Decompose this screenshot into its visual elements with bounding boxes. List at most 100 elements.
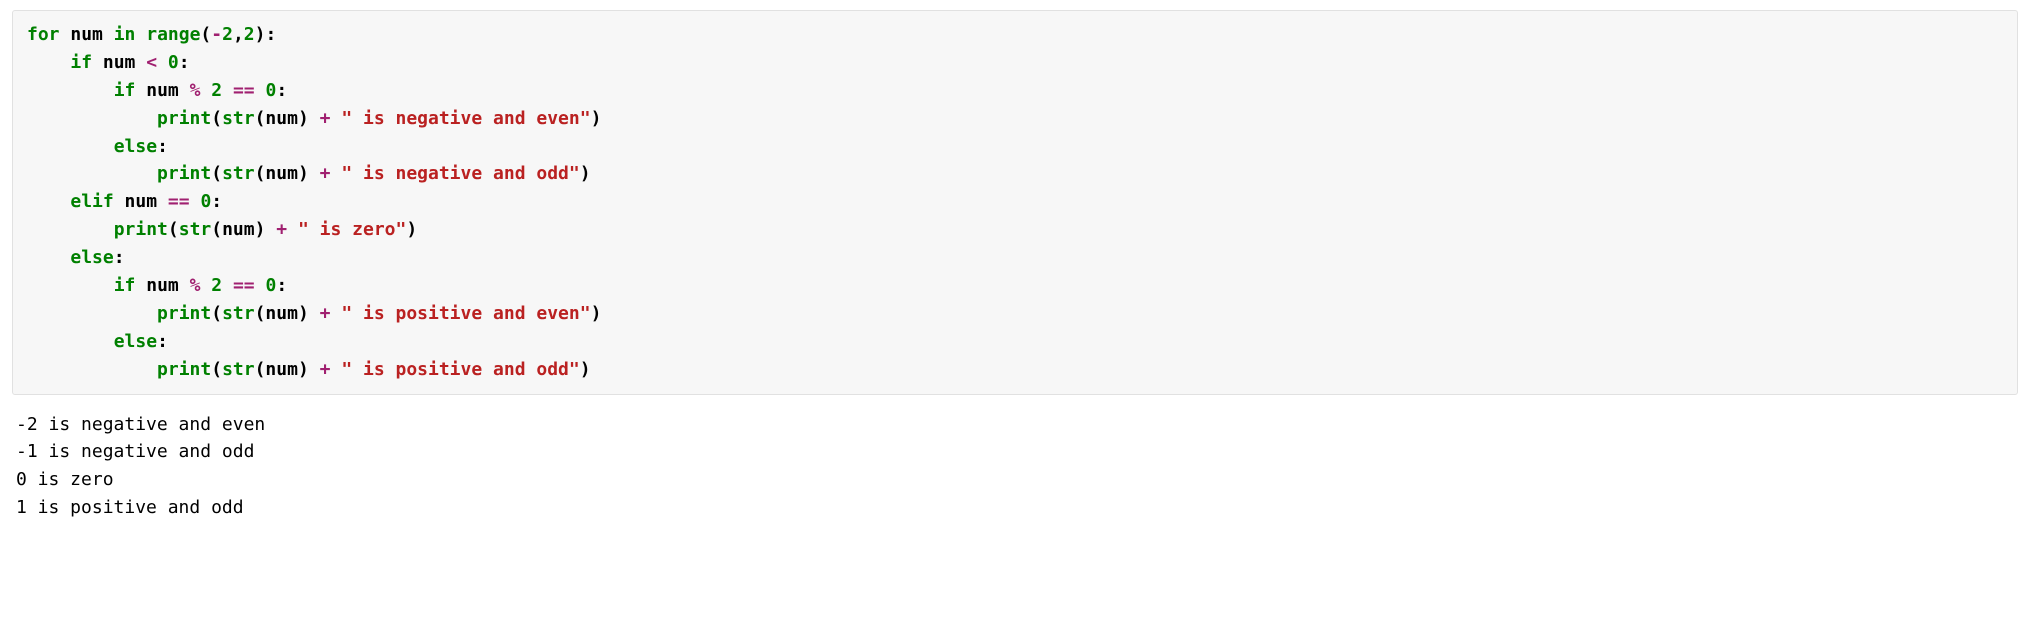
code-token: - — [211, 24, 222, 45]
output-line: 0 is zero — [16, 466, 2014, 494]
code-line[interactable]: if num % 2 == 0: — [27, 77, 2003, 105]
code-token: in — [114, 24, 136, 45]
code-line[interactable]: if num % 2 == 0: — [27, 272, 2003, 300]
code-token: if — [70, 52, 92, 73]
code-token — [330, 359, 341, 380]
code-token: 2 — [211, 275, 222, 296]
code-token: elif — [70, 191, 113, 212]
code-token — [27, 247, 70, 268]
code-token: str — [179, 219, 212, 240]
code-token: ) — [591, 303, 602, 324]
code-token: ): — [255, 24, 277, 45]
code-token: % — [190, 275, 201, 296]
code-token: " is negative and odd" — [341, 163, 579, 184]
code-token: num — [60, 24, 114, 45]
code-token: num — [135, 80, 189, 101]
code-token — [255, 275, 266, 296]
code-token — [27, 52, 70, 73]
code-token: + — [320, 163, 331, 184]
code-line[interactable]: print(str(num) + " is positive and odd") — [27, 356, 2003, 384]
code-token: 0 — [168, 52, 179, 73]
code-token: + — [320, 359, 331, 380]
code-output-cell: -2 is negative and even-1 is negative an… — [12, 411, 2018, 523]
code-token: + — [320, 108, 331, 129]
code-token — [27, 191, 70, 212]
code-token — [287, 219, 298, 240]
code-line[interactable]: print(str(num) + " is positive and even"… — [27, 300, 2003, 328]
code-token — [200, 80, 211, 101]
code-line[interactable]: print(str(num) + " is negative and odd") — [27, 160, 2003, 188]
code-token: : — [114, 247, 125, 268]
code-token: ) — [591, 108, 602, 129]
code-token: : — [211, 191, 222, 212]
code-token — [27, 331, 114, 352]
code-token: str — [222, 163, 255, 184]
code-token: str — [222, 108, 255, 129]
code-token: 0 — [265, 275, 276, 296]
code-token: ) — [580, 359, 591, 380]
code-token — [157, 52, 168, 73]
code-token: print — [114, 219, 168, 240]
code-token: print — [157, 303, 211, 324]
code-line[interactable]: if num < 0: — [27, 49, 2003, 77]
code-token — [27, 219, 114, 240]
code-token — [222, 80, 233, 101]
code-token: : — [276, 80, 287, 101]
code-line[interactable]: else: — [27, 328, 2003, 356]
code-token: num — [135, 275, 189, 296]
output-line: 1 is positive and odd — [16, 494, 2014, 522]
code-line[interactable]: for num in range(-2,2): — [27, 21, 2003, 49]
code-token: ( — [211, 303, 222, 324]
code-token — [222, 275, 233, 296]
code-token: else — [114, 331, 157, 352]
code-token: 2 — [222, 24, 233, 45]
code-token: % — [190, 80, 201, 101]
code-token: : — [179, 52, 190, 73]
code-token — [190, 191, 201, 212]
code-token: num — [114, 191, 168, 212]
code-token — [330, 108, 341, 129]
code-token — [330, 303, 341, 324]
code-token — [255, 80, 266, 101]
code-token: ( — [200, 24, 211, 45]
code-input-cell[interactable]: for num in range(-2,2): if num < 0: if n… — [12, 10, 2018, 395]
code-token: ( — [211, 359, 222, 380]
code-token: == — [168, 191, 190, 212]
code-token: for — [27, 24, 60, 45]
code-token: if — [114, 275, 136, 296]
code-token: : — [157, 331, 168, 352]
code-token: ( — [211, 163, 222, 184]
code-token: " is negative and even" — [341, 108, 590, 129]
code-token: , — [233, 24, 244, 45]
code-line[interactable]: elif num == 0: — [27, 188, 2003, 216]
code-token: (num) — [255, 359, 320, 380]
code-line[interactable]: else: — [27, 133, 2003, 161]
code-token — [27, 80, 114, 101]
code-token: else — [114, 136, 157, 157]
code-token: str — [222, 303, 255, 324]
code-token: str — [222, 359, 255, 380]
code-line[interactable]: print(str(num) + " is zero") — [27, 216, 2003, 244]
code-token: (num) — [255, 303, 320, 324]
code-token: range — [146, 24, 200, 45]
code-token: 2 — [244, 24, 255, 45]
code-token: == — [233, 275, 255, 296]
code-token: ( — [168, 219, 179, 240]
code-token: else — [70, 247, 113, 268]
code-line[interactable]: print(str(num) + " is negative and even"… — [27, 105, 2003, 133]
code-token: + — [320, 303, 331, 324]
code-token: : — [276, 275, 287, 296]
code-token — [27, 303, 157, 324]
code-token: " is zero" — [298, 219, 406, 240]
code-token — [27, 136, 114, 157]
code-line[interactable]: else: — [27, 244, 2003, 272]
code-token: : — [157, 136, 168, 157]
output-line: -2 is negative and even — [16, 411, 2014, 439]
code-token: (num) — [255, 108, 320, 129]
code-token: 0 — [265, 80, 276, 101]
code-token: ) — [406, 219, 417, 240]
code-token: 2 — [211, 80, 222, 101]
code-token: num — [92, 52, 146, 73]
code-token — [27, 275, 114, 296]
code-token: ) — [580, 163, 591, 184]
